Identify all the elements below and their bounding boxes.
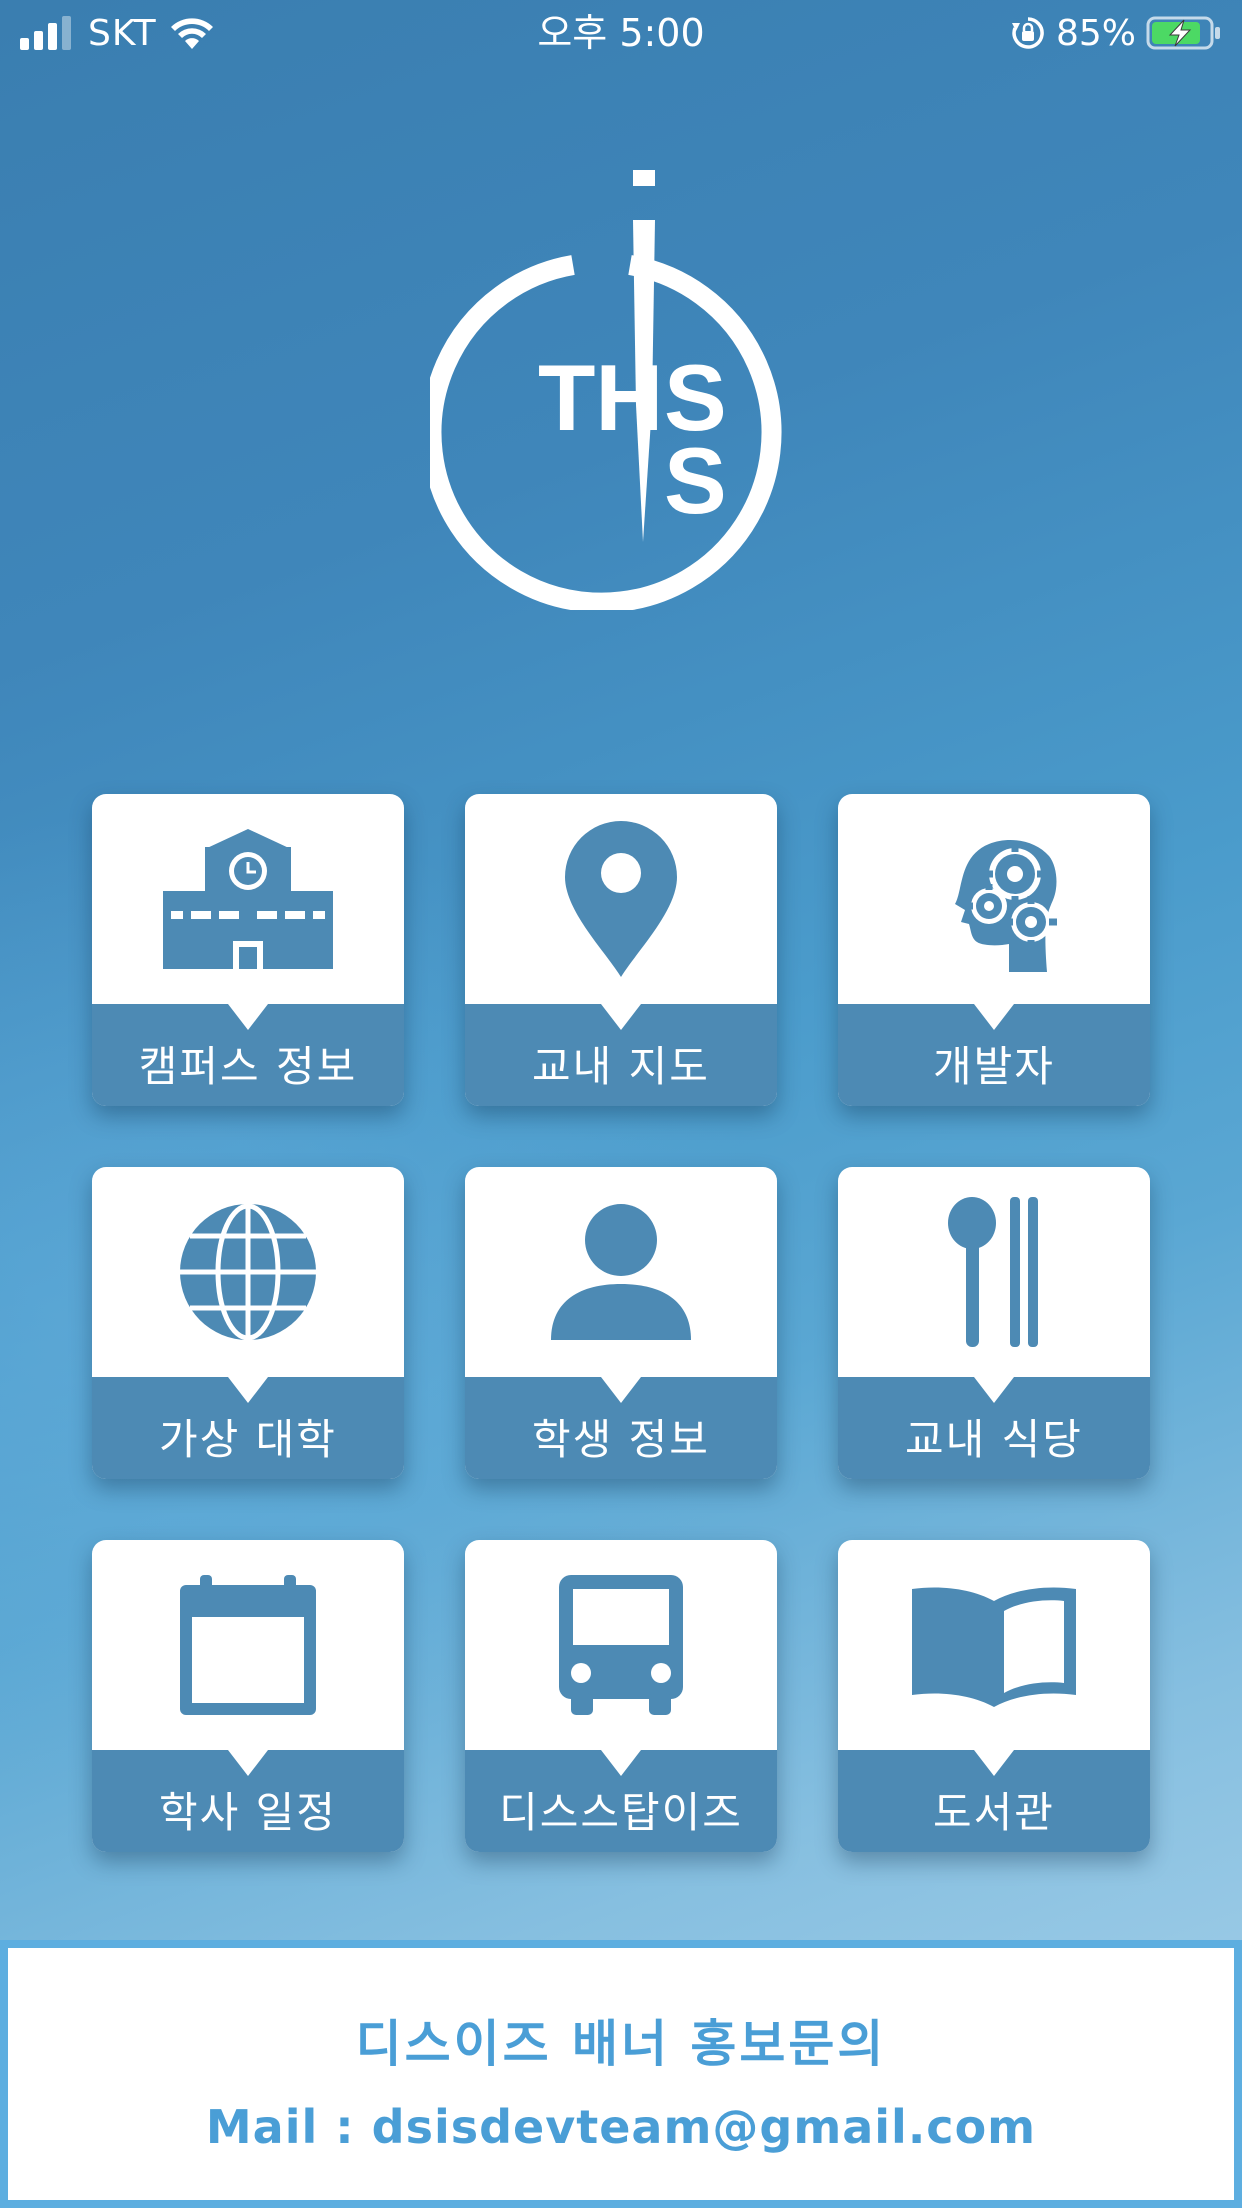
menu-label: 학사 일정 xyxy=(159,1788,337,1837)
promo-banner[interactable]: 디스이즈 배너 홍보문의 Mail : dsisdevteam@gmail.co… xyxy=(0,1940,1242,2208)
banner-contact-email: Mail : dsisdevteam@gmail.com xyxy=(205,2100,1037,2154)
menu-label: 가상 대학 xyxy=(159,1415,337,1464)
logo-text-th: TH xyxy=(538,345,663,450)
banner-title: 디스이즈 배너 홍보문의 xyxy=(355,2015,887,2073)
menu-tile-campus-map[interactable]: 교내 지도 xyxy=(465,794,777,1106)
menu-label: 개발자 xyxy=(933,1042,1055,1091)
menu-grid: 캠퍼스 정보 교내 지도 개발자 가상 대학 학생 정보 교내 식당 학사 일정… xyxy=(92,794,1150,1852)
menu-tile-cafeteria[interactable]: 교내 식당 xyxy=(838,1167,1150,1479)
menu-tile-developer[interactable]: 개발자 xyxy=(838,794,1150,1106)
menu-label: 교내 식당 xyxy=(905,1415,1083,1464)
status-bar-right: 85% xyxy=(1010,8,1222,58)
menu-tile-student-info[interactable]: 학생 정보 xyxy=(465,1167,777,1479)
person-icon xyxy=(551,1204,691,1340)
battery-percent: 85% xyxy=(1055,12,1136,54)
menu-label: 디스스탑이즈 xyxy=(499,1788,743,1837)
menu-tile-campus-info[interactable]: 캠퍼스 정보 xyxy=(92,794,404,1106)
menu-tile-library[interactable]: 도서관 xyxy=(838,1540,1150,1852)
calendar-icon xyxy=(180,1575,316,1715)
menu-tile-dis-stop[interactable]: 디스스탑이즈 xyxy=(465,1540,777,1852)
bus-icon xyxy=(559,1575,683,1715)
map-pin-icon xyxy=(565,821,677,977)
head-gears-icon xyxy=(955,840,1057,972)
menu-tile-virtual-university[interactable]: 가상 대학 xyxy=(92,1167,404,1479)
menu-label: 교내 지도 xyxy=(532,1042,710,1091)
battery-charging-icon xyxy=(1146,16,1220,50)
menu-tile-academic-calendar[interactable]: 학사 일정 xyxy=(92,1540,404,1852)
menu-label: 도서관 xyxy=(933,1788,1055,1837)
logo-text-s-bottom: S xyxy=(664,428,727,533)
app-logo: TH S S xyxy=(421,170,810,613)
menu-label: 캠퍼스 정보 xyxy=(138,1042,358,1091)
status-bar: SKT 오후 5:00 85% xyxy=(0,0,1242,66)
school-building-icon xyxy=(163,829,333,969)
globe-icon xyxy=(180,1203,316,1341)
menu-label: 학생 정보 xyxy=(532,1415,710,1464)
orientation-lock-icon xyxy=(1011,17,1044,49)
book-icon xyxy=(912,1587,1076,1707)
spoon-chopsticks-icon xyxy=(948,1197,1038,1347)
